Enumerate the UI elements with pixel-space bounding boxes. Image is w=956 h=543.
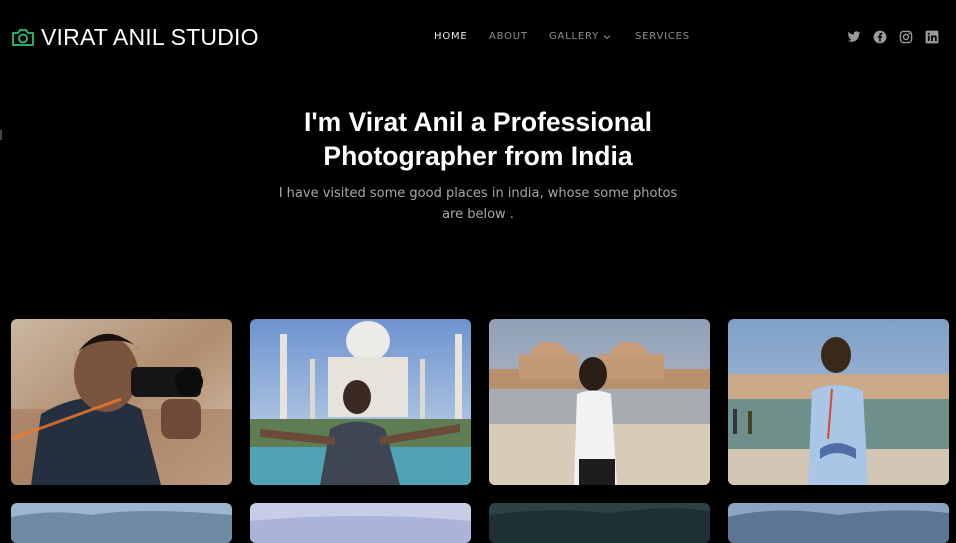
nav-about[interactable]: ABOUT [489,31,549,42]
nav-gallery[interactable]: GALLERY [549,31,635,42]
facebook-icon[interactable] [873,30,887,44]
gallery-photo-photographer[interactable] [11,319,232,485]
nav-gallery-label: GALLERY [549,31,600,42]
gallery-photo-mountain-landscape[interactable] [11,503,232,543]
gallery-photo-monument-courtyard[interactable] [489,319,710,485]
brand-name: VIRAT ANIL STUDIO [41,23,259,50]
gallery-photo-taj-mahal[interactable] [250,319,471,485]
hero-title: I'm Virat Anil a Professional Photograph… [304,107,652,171]
gallery-photo-sky-landscape[interactable] [250,503,471,543]
instagram-icon[interactable] [899,30,913,44]
chevron-down-icon [603,34,611,39]
gallery-photo-hills-landscape[interactable] [728,503,949,543]
gallery-photo-forest-landscape[interactable] [489,503,710,543]
brand-logo[interactable]: VIRAT ANIL STUDIO [11,22,259,52]
site-header: VIRAT ANIL STUDIO HOME ABOUT GALLERY SER… [0,0,956,75]
camera-icon [11,27,35,47]
photo-gallery [11,319,949,543]
hero-section: I'm Virat Anil a Professional Photograph… [0,105,956,225]
main-nav: HOME ABOUT GALLERY SERVICES [434,31,690,42]
social-links [847,30,939,44]
linkedin-icon[interactable] [925,30,939,44]
nav-home[interactable]: HOME [434,31,489,42]
hero-subtitle: I have visited some good places in india… [278,186,678,222]
nav-services[interactable]: SERVICES [635,31,690,42]
twitter-icon[interactable] [847,30,861,44]
gallery-photo-riverside-ghat[interactable] [728,319,949,485]
